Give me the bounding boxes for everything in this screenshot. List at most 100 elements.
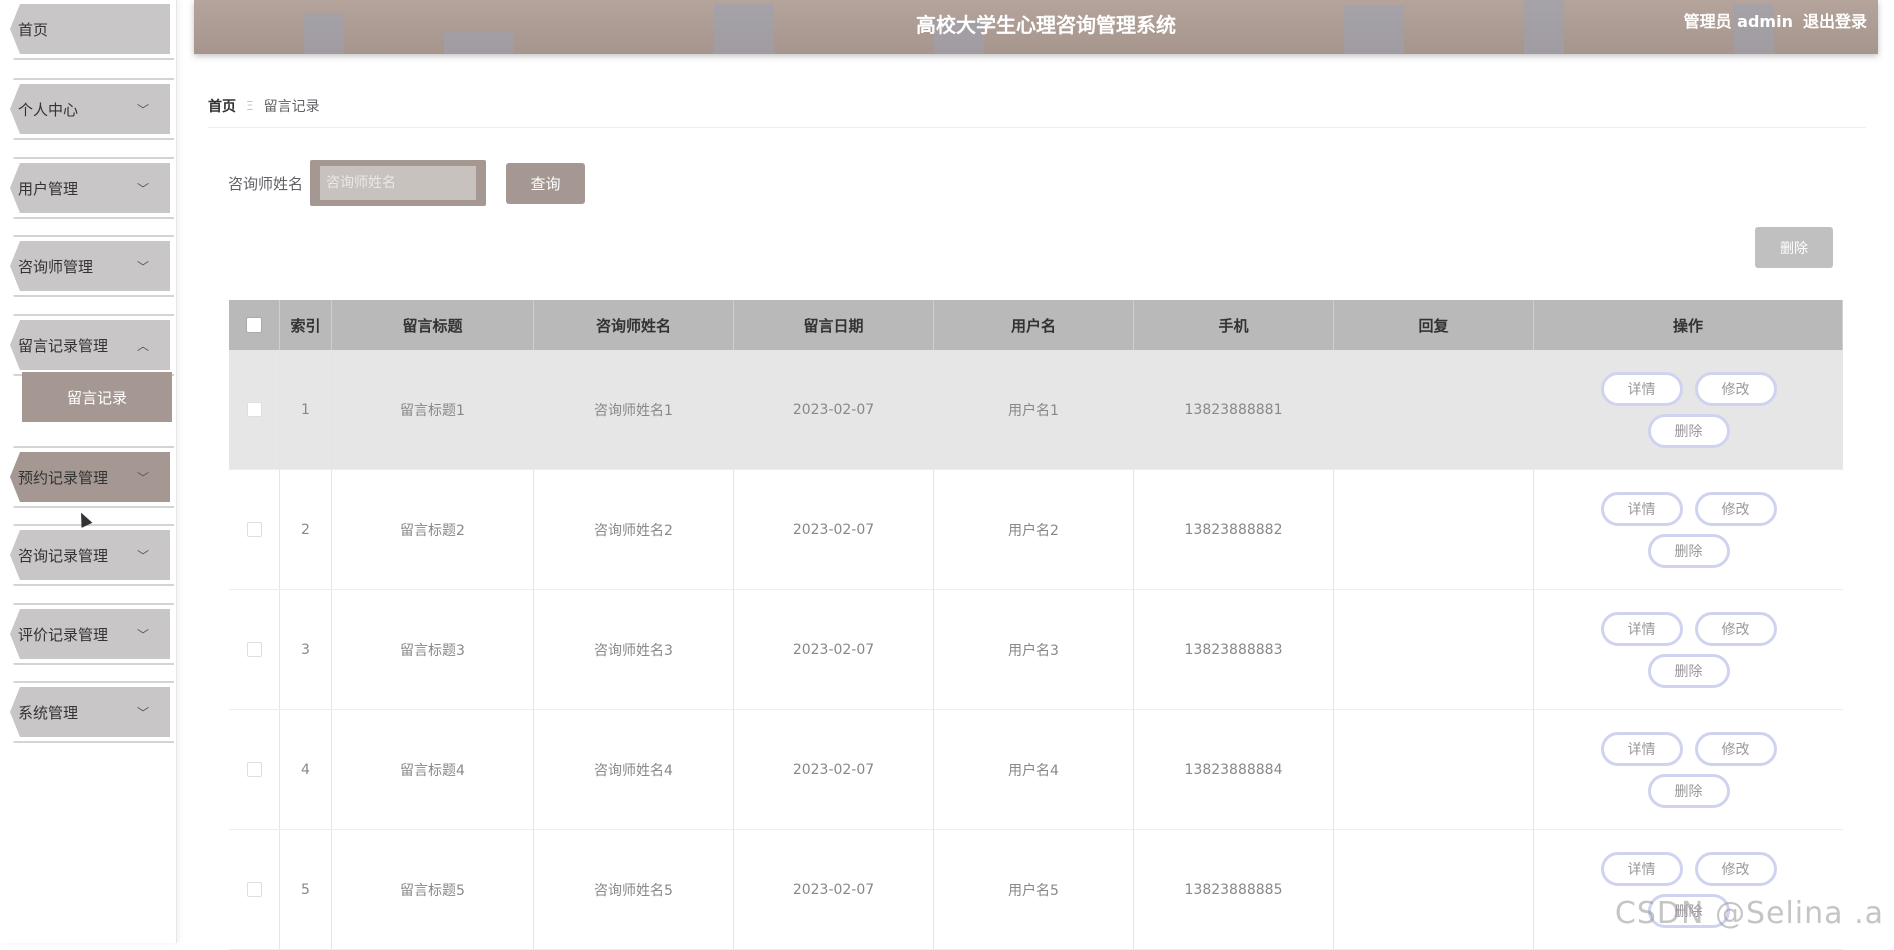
select-all-checkbox[interactable]	[246, 317, 262, 333]
bulk-delete-button[interactable]: 删除	[1755, 227, 1833, 268]
edit-button[interactable]: 修改	[1694, 371, 1777, 406]
sidebar-item-label: 个人中心	[18, 100, 79, 119]
sidebar: 首页 个人中心 ﹀ 用户管理 ﹀ 咨询师管理 ﹀ 留言记录管理 ︿ 留言记录 预…	[0, 0, 177, 943]
sidebar-item-personal-center[interactable]: 个人中心 ﹀	[10, 84, 170, 134]
search-input-wrapper	[310, 160, 486, 206]
cell-title: 留言标题4	[332, 710, 534, 829]
row-checkbox-cell	[229, 830, 280, 949]
breadcrumb-separator-icon: Ξ	[246, 99, 254, 113]
watermark: CSDN @Selina .a	[1614, 896, 1884, 931]
edit-button[interactable]: 修改	[1694, 731, 1777, 766]
table-row[interactable]: 3 留言标题3 咨询师姓名3 2023-02-07 用户名3 138238888…	[229, 590, 1843, 710]
detail-button[interactable]: 详情	[1600, 491, 1683, 526]
row-checkbox-cell	[229, 350, 280, 469]
sidebar-item-label: 首页	[18, 20, 49, 39]
sidebar-item-user-management[interactable]: 用户管理 ﹀	[10, 163, 170, 213]
chevron-down-icon: ﹀	[136, 548, 149, 563]
ops-row: 详情 修改	[1600, 731, 1777, 766]
cell-phone: 13823888883	[1134, 590, 1334, 709]
cell-index: 4	[280, 710, 332, 829]
app-title: 高校大学生心理咨询管理系统	[916, 12, 1176, 37]
divider	[208, 127, 1866, 128]
cell-date: 2023-02-07	[734, 470, 934, 589]
cell-title: 留言标题3	[332, 590, 534, 709]
cell-reply	[1334, 830, 1534, 949]
table-row[interactable]: 4 留言标题4 咨询师姓名4 2023-02-07 用户名4 138238888…	[229, 710, 1843, 830]
edit-button[interactable]: 修改	[1694, 611, 1777, 646]
breadcrumb-home[interactable]: 首页	[208, 96, 236, 116]
row-checkbox[interactable]	[246, 642, 262, 657]
delete-button[interactable]: 删除	[1647, 653, 1730, 688]
cell-date: 2023-02-07	[734, 830, 934, 949]
column-header: 留言日期	[734, 300, 934, 350]
top-header: 高校大学生心理咨询管理系统 管理员 admin 退出登录	[194, 0, 1878, 54]
detail-button[interactable]: 详情	[1600, 611, 1683, 646]
edit-button[interactable]: 修改	[1694, 491, 1777, 526]
table-row[interactable]: 5 留言标题5 咨询师姓名5 2023-02-07 用户名5 138238888…	[229, 830, 1843, 950]
current-user-label: 管理员 admin	[1683, 12, 1793, 31]
ops-row: 详情 修改	[1600, 611, 1777, 646]
cell-ops: 详情 修改 删除	[1534, 830, 1843, 949]
cell-counselor: 咨询师姓名3	[534, 590, 734, 709]
sidebar-item-system-management[interactable]: 系统管理 ﹀	[10, 687, 170, 737]
cell-username: 用户名3	[934, 590, 1134, 709]
cell-ops: 详情 修改 删除	[1534, 470, 1843, 589]
cell-title: 留言标题2	[332, 470, 534, 589]
breadcrumb: 首页 Ξ 留言记录	[208, 96, 320, 116]
column-header: 用户名	[934, 300, 1134, 350]
sidebar-item-message-management[interactable]: 留言记录管理 ︿	[10, 320, 170, 370]
column-header: 索引	[280, 300, 332, 350]
column-header: 操作	[1534, 300, 1843, 350]
cell-counselor: 咨询师姓名4	[534, 710, 734, 829]
sidebar-item-evaluation-management[interactable]: 评价记录管理 ﹀	[10, 609, 170, 659]
delete-button[interactable]: 删除	[1647, 773, 1730, 808]
chevron-down-icon: ﹀	[136, 102, 149, 117]
detail-button[interactable]: 详情	[1600, 731, 1683, 766]
sidebar-subitem-message-records[interactable]: 留言记录	[22, 372, 172, 422]
cell-phone: 13823888882	[1134, 470, 1334, 589]
query-button[interactable]: 查询	[506, 163, 585, 204]
row-checkbox[interactable]	[246, 762, 262, 777]
row-checkbox[interactable]	[246, 402, 262, 417]
logout-link[interactable]: 退出登录	[1803, 8, 1867, 32]
delete-button[interactable]: 删除	[1647, 533, 1730, 568]
chevron-down-icon: ﹀	[136, 627, 149, 642]
cell-username: 用户名2	[934, 470, 1134, 589]
chevron-down-icon: ﹀	[136, 259, 149, 274]
header-checkbox-cell	[229, 300, 280, 350]
cell-reply	[1334, 350, 1534, 469]
sidebar-item-consultation-management[interactable]: 咨询记录管理 ﹀	[10, 530, 170, 580]
edit-button[interactable]: 修改	[1694, 851, 1777, 886]
cell-index: 1	[280, 350, 332, 469]
sidebar-item-counselor-management[interactable]: 咨询师管理 ﹀	[10, 241, 170, 291]
detail-button[interactable]: 详情	[1600, 851, 1683, 886]
search-label: 咨询师姓名	[228, 175, 304, 193]
sidebar-item-label: 咨询师管理	[18, 257, 94, 276]
detail-button[interactable]: 详情	[1600, 371, 1683, 406]
cell-index: 2	[280, 470, 332, 589]
cell-username: 用户名5	[934, 830, 1134, 949]
delete-button[interactable]: 删除	[1647, 413, 1730, 448]
ops-row: 详情 修改	[1600, 371, 1777, 406]
message-table: 索引 留言标题 咨询师姓名 留言日期 用户名 手机 回复 操作 1 留言标题1 …	[229, 300, 1843, 950]
sidebar-item-appointment-management[interactable]: 预约记录管理 ﹀	[10, 452, 170, 502]
row-checkbox[interactable]	[246, 882, 262, 897]
search-input[interactable]	[320, 166, 476, 200]
sidebar-item-home[interactable]: 首页	[10, 4, 170, 54]
cell-ops: 详情 修改 删除	[1534, 350, 1843, 469]
cell-date: 2023-02-07	[734, 590, 934, 709]
sidebar-item-label: 留言记录管理	[18, 336, 109, 355]
column-header: 留言标题	[332, 300, 534, 350]
header-user-area: 管理员 admin 退出登录	[1684, 8, 1867, 32]
column-header: 咨询师姓名	[534, 300, 734, 350]
row-checkbox[interactable]	[246, 522, 262, 537]
column-header: 手机	[1134, 300, 1334, 350]
cell-counselor: 咨询师姓名5	[534, 830, 734, 949]
table-row[interactable]: 2 留言标题2 咨询师姓名2 2023-02-07 用户名2 138238888…	[229, 470, 1843, 590]
table-row[interactable]: 1 留言标题1 咨询师姓名1 2023-02-07 用户名1 138238888…	[229, 350, 1843, 470]
sidebar-item-label: 预约记录管理	[18, 468, 109, 487]
row-checkbox-cell	[229, 710, 280, 829]
chevron-up-icon: ︿	[136, 338, 149, 353]
cell-username: 用户名4	[934, 710, 1134, 829]
cell-phone: 13823888884	[1134, 710, 1334, 829]
